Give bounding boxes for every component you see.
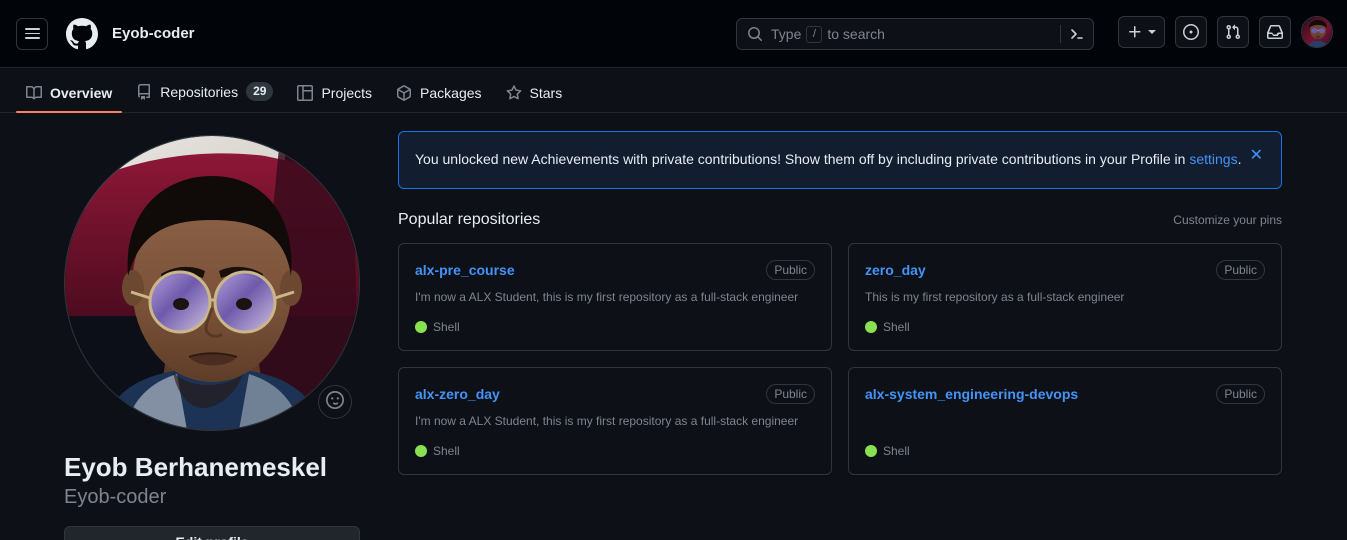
search-placeholder: Type / to search <box>771 25 1060 43</box>
repo-card-header: alx-system_engineering-devops Public <box>865 384 1265 404</box>
notifications-button[interactable] <box>1259 16 1291 48</box>
tab-repositories-label: Repositories <box>160 83 239 100</box>
status-badge: Public <box>1216 260 1265 280</box>
repo-icon <box>136 83 152 100</box>
search-placeholder-before: Type <box>771 26 802 42</box>
terminal-icon[interactable] <box>1069 26 1085 42</box>
repo-card[interactable]: zero_day Public This is my first reposit… <box>848 243 1282 351</box>
tab-projects-label: Projects <box>321 85 373 101</box>
repo-card[interactable]: alx-system_engineering-devops Public She… <box>848 367 1282 475</box>
page-title: Eyob Berhanemeskel <box>64 452 328 482</box>
edit-profile-button[interactable]: Edit profile <box>64 525 360 540</box>
repo-name-link[interactable]: alx-zero_day <box>415 386 500 402</box>
language-color-dot <box>415 321 427 333</box>
package-icon <box>396 85 412 101</box>
achievements-banner: You unlocked new Achievements with priva… <box>398 131 1282 189</box>
create-new-button[interactable] <box>1118 16 1165 48</box>
chevron-down-icon <box>1148 30 1156 34</box>
header-actions <box>1118 16 1333 48</box>
language-color-dot <box>865 445 877 457</box>
tab-packages-label: Packages <box>420 85 482 101</box>
avatar[interactable] <box>1301 16 1333 48</box>
repo-language: Shell <box>865 320 1265 334</box>
repo-description: I'm now a ALX Student, this is my first … <box>415 290 799 304</box>
achievements-banner-text: You unlocked new Achievements with priva… <box>415 148 1245 170</box>
star-icon <box>506 85 522 101</box>
repo-name-link[interactable]: alx-system_engineering-devops <box>865 386 1078 402</box>
language-color-dot <box>415 445 427 457</box>
repo-card-header: alx-pre_course Public <box>415 260 815 280</box>
search-input[interactable]: Type / to search <box>736 18 1094 50</box>
profile-tabs: Overview Repositories 29 Projects Packag… <box>0 68 1347 113</box>
tab-repositories[interactable]: Repositories 29 <box>126 82 283 112</box>
search-placeholder-after: to search <box>827 26 885 42</box>
search-divider <box>1060 25 1061 43</box>
customize-pins-link[interactable]: Customize your pins <box>1173 213 1282 227</box>
tab-packages[interactable]: Packages <box>386 85 491 112</box>
search-icon <box>747 26 763 42</box>
tab-stars-label: Stars <box>529 85 563 101</box>
close-icon[interactable]: ✕ <box>1246 144 1267 168</box>
repo-language-label: Shell <box>883 444 910 458</box>
profile-avatar[interactable] <box>64 135 360 431</box>
settings-link[interactable]: settings <box>1189 151 1237 167</box>
issues-button[interactable] <box>1175 16 1207 48</box>
profile-sidebar: Eyob Berhanemeskel Eyob-coder Edit profi… <box>16 113 382 540</box>
popular-repositories-header: Popular repositories Customize your pins <box>398 211 1282 229</box>
repo-card-header: zero_day Public <box>865 260 1265 280</box>
project-icon <box>297 85 314 101</box>
slash-key-hint: / <box>806 25 823 43</box>
hamburger-icon[interactable] <box>16 17 48 50</box>
repo-card[interactable]: alx-zero_day Public I'm now a ALX Studen… <box>398 367 832 475</box>
smiley-icon <box>326 390 344 414</box>
status-badge: Public <box>766 384 815 404</box>
repo-language: Shell <box>865 444 1265 458</box>
tab-overview[interactable]: Overview <box>16 85 123 113</box>
tab-overview-label: Overview <box>50 85 113 101</box>
achievements-banner-period: . <box>1237 151 1242 167</box>
popular-repositories-grid: alx-pre_course Public I'm now a ALX Stud… <box>398 243 1282 475</box>
repo-description: This is my first repository as a full-st… <box>865 290 1125 304</box>
tab-stars[interactable]: Stars <box>496 85 573 112</box>
repositories-count-badge: 29 <box>246 82 274 101</box>
achievements-banner-message: You unlocked new Achievements with priva… <box>415 151 1190 167</box>
global-header: Eyob-coder Type / to search <box>0 0 1347 68</box>
language-color-dot <box>865 321 877 333</box>
avatar-container <box>64 135 360 431</box>
repo-card[interactable]: alx-pre_course Public I'm now a ALX Stud… <box>398 243 832 351</box>
set-status-button[interactable] <box>318 385 352 419</box>
repo-card-header: alx-zero_day Public <box>415 384 815 404</box>
repo-language-label: Shell <box>433 320 460 334</box>
pull-requests-button[interactable] <box>1217 16 1249 48</box>
repo-description <box>865 412 1265 444</box>
tab-projects[interactable]: Projects <box>287 85 382 112</box>
repo-language-label: Shell <box>433 444 460 458</box>
profile-main: You unlocked new Achievements with priva… <box>382 113 1331 540</box>
owner-name-link[interactable]: Eyob-coder <box>112 25 195 42</box>
status-badge: Public <box>1216 384 1265 404</box>
status-badge: Public <box>766 260 815 280</box>
repo-name-link[interactable]: alx-pre_course <box>415 262 515 278</box>
profile-page: Eyob Berhanemeskel Eyob-coder Edit profi… <box>0 113 1347 540</box>
github-logo-icon[interactable] <box>66 17 98 50</box>
repo-name-link[interactable]: zero_day <box>865 262 926 278</box>
popular-repositories-title: Popular repositories <box>398 211 541 228</box>
repo-description: I'm now a ALX Student, this is my first … <box>415 414 799 428</box>
repo-language: Shell <box>415 444 815 458</box>
repo-language: Shell <box>415 320 815 334</box>
book-icon <box>26 85 42 101</box>
profile-login: Eyob-coder <box>64 485 167 508</box>
repo-language-label: Shell <box>883 320 910 334</box>
